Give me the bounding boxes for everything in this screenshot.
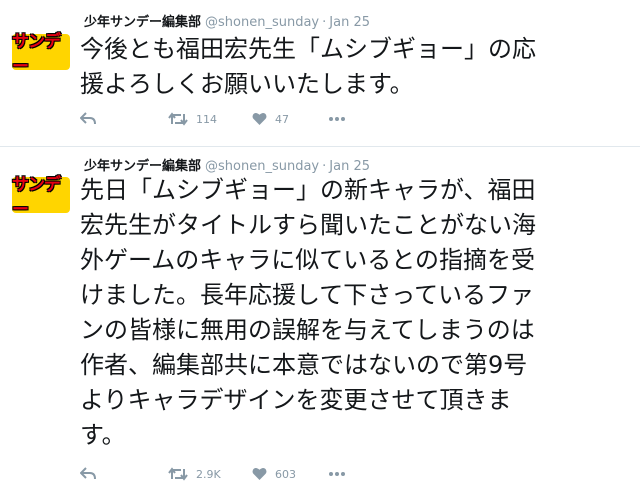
tweet-date[interactable]: Jan 25 [329, 15, 370, 30]
tweet-date[interactable]: Jan 25 [329, 159, 370, 174]
more-icon [329, 472, 345, 476]
tweet-text: 今後とも福田宏先生「ムシブギョー」の応 援よろしくお願いいたします。 [80, 35, 536, 98]
avatar-logo-text: サンデー [12, 32, 61, 77]
heart-icon [252, 113, 267, 125]
retweet-count: 2.9K [196, 467, 221, 481]
avatar[interactable]: サンデー [12, 175, 70, 220]
retweet-count: 114 [196, 112, 217, 126]
more-icon [329, 117, 345, 121]
retweet-button[interactable]: 114 [168, 112, 252, 126]
avatar-logo-text: サンデー [12, 175, 61, 220]
retweet-icon [168, 112, 188, 126]
heart-icon [252, 468, 267, 480]
reply-button[interactable] [80, 467, 168, 481]
like-count: 603 [275, 467, 296, 481]
tweet-actions: 2.9K 603 [80, 467, 346, 481]
retweet-icon [168, 467, 188, 481]
display-name[interactable]: 少年サンデー編集部 [84, 15, 201, 30]
separator-dot: · [322, 15, 327, 30]
more-button[interactable] [328, 471, 346, 477]
retweet-button[interactable]: 2.9K [168, 467, 252, 481]
tweet-header: 少年サンデー編集部 @shonen_sunday · Jan 25 [84, 11, 370, 30]
user-handle[interactable]: @shonen_sunday [205, 159, 319, 174]
reply-icon [80, 112, 96, 125]
reply-icon [80, 467, 96, 480]
display-name[interactable]: 少年サンデー編集部 [84, 159, 201, 174]
tweet[interactable]: サンデー 少年サンデー編集部 @shonen_sunday · Jan 25 先日「ム… [0, 147, 640, 502]
user-handle[interactable]: @shonen_sunday [205, 15, 319, 30]
tweet-text: 先日「ムシブギョー」の新キャラが、福田 宏先生がタイトルすら聞いたことがない海 … [80, 176, 536, 449]
like-count: 47 [275, 112, 289, 126]
avatar[interactable]: サンデー [12, 32, 70, 77]
tweet-actions: 114 47 [80, 112, 346, 126]
reply-button[interactable] [80, 112, 168, 126]
separator-dot: · [322, 159, 327, 174]
like-button[interactable]: 47 [252, 112, 328, 126]
more-button[interactable] [328, 116, 346, 122]
tweet-header: 少年サンデー編集部 @shonen_sunday · Jan 25 [84, 155, 370, 174]
like-button[interactable]: 603 [252, 467, 328, 481]
tweet[interactable]: サンデー 少年サンデー編集部 @shonen_sunday · Jan 25 今後とも… [0, 0, 640, 146]
